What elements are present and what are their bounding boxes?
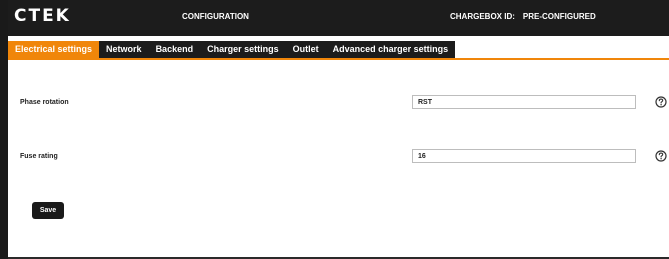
save-button[interactable]: Save [32, 202, 64, 219]
phase-rotation-label: Phase rotation [20, 99, 69, 106]
window-left-border [0, 0, 8, 259]
tab-backend[interactable]: Backend [149, 41, 201, 58]
top-header-bar: CTEK CONFIGURATION CHARGEBOX ID: PRE-CONF… [8, 0, 669, 36]
settings-tabs: Electrical settings Network Backend Char… [8, 41, 456, 58]
tab-charger-settings[interactable]: Charger settings [200, 41, 286, 58]
fuse-rating-label: Fuse rating [20, 153, 58, 160]
tab-outlet[interactable]: Outlet [286, 41, 326, 58]
tab-network[interactable]: Network [99, 41, 149, 58]
phase-rotation-input[interactable] [412, 95, 636, 109]
chargebox-id-label: CHARGEBOX ID: [450, 12, 515, 21]
help-circle-icon[interactable] [655, 150, 667, 162]
help-circle-icon[interactable] [655, 96, 667, 108]
fuse-rating-input[interactable] [412, 149, 636, 163]
tab-advanced-charger-settings[interactable]: Advanced charger settings [326, 41, 456, 58]
tab-underline [8, 58, 669, 60]
ctek-logo: CTEK [14, 6, 71, 26]
page-title: CONFIGURATION [182, 12, 249, 21]
chargebox-id-value: PRE-CONFIGURED [522, 12, 596, 21]
chargebox-id: CHARGEBOX ID: PRE-CONFIGURED [450, 12, 596, 21]
tab-electrical-settings[interactable]: Electrical settings [8, 41, 100, 58]
